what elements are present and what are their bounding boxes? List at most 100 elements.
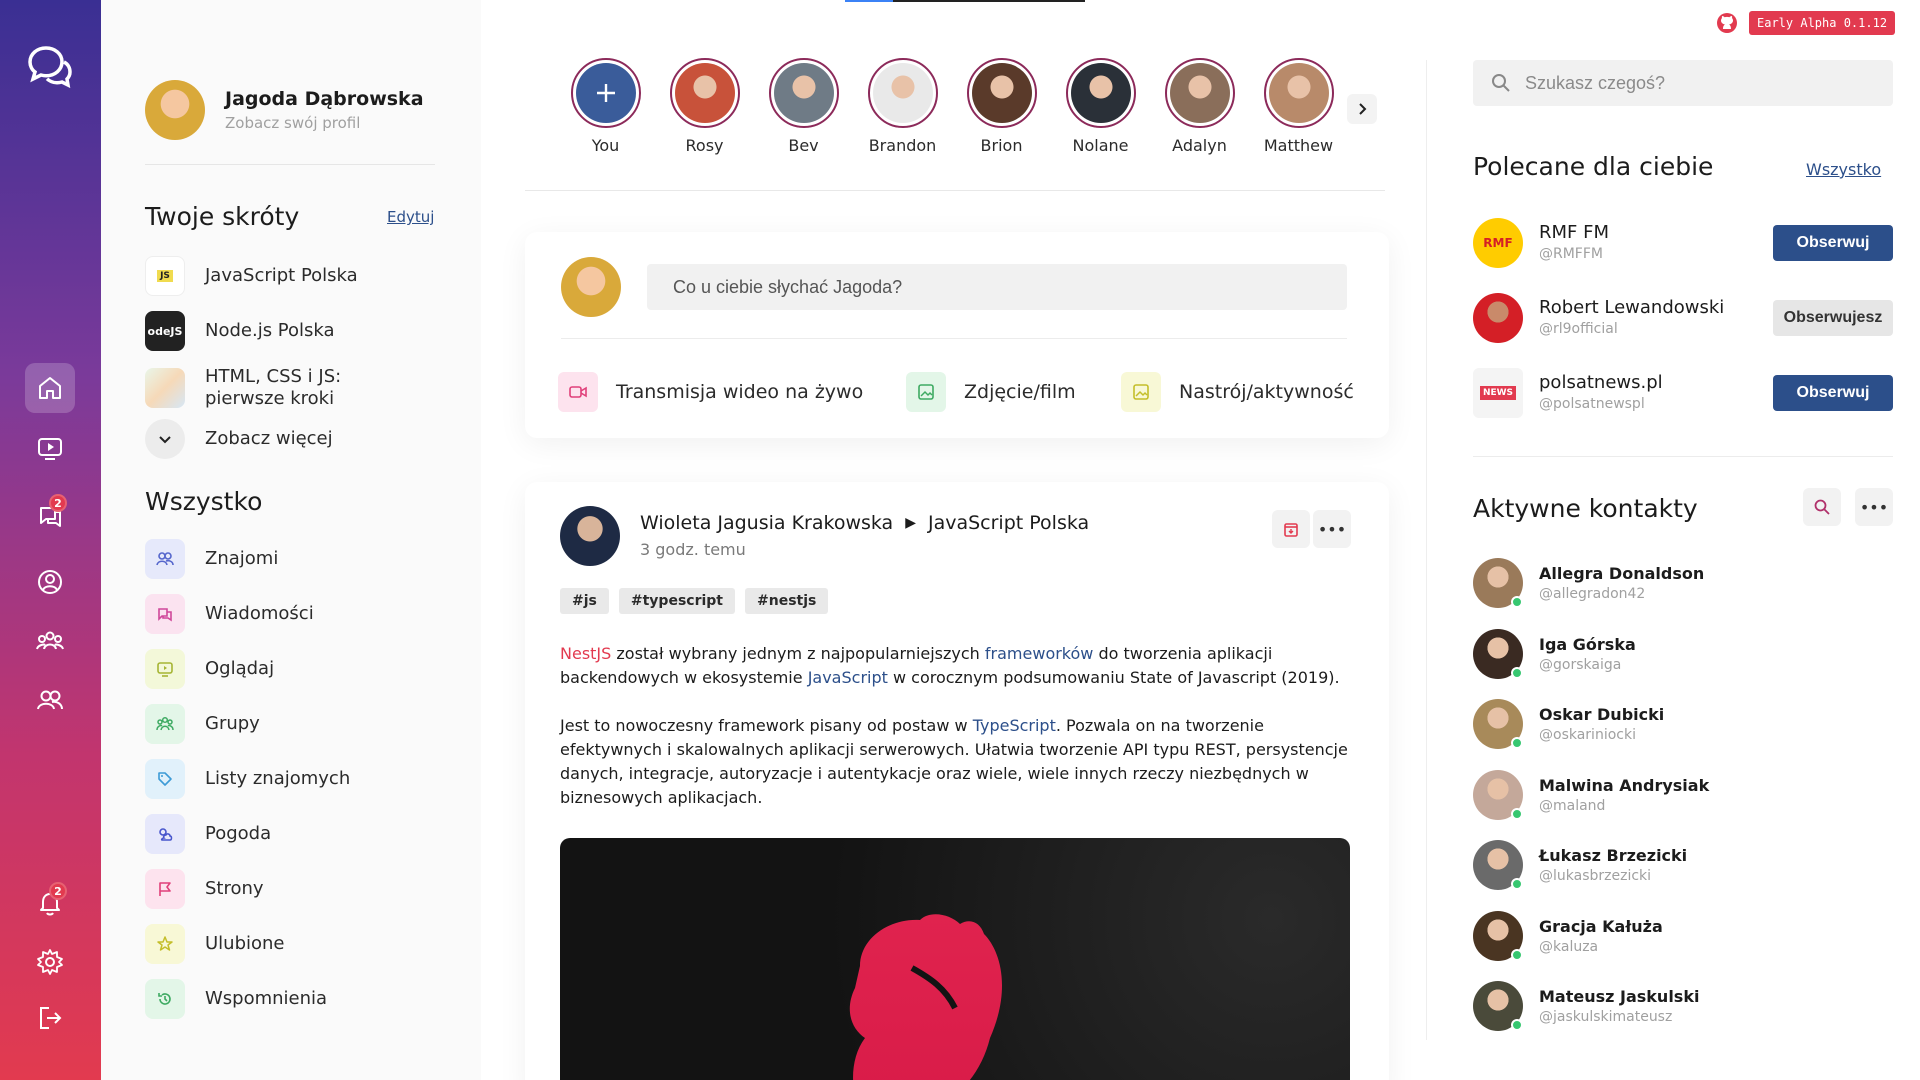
history-icon bbox=[145, 979, 185, 1019]
post-image[interactable] bbox=[560, 838, 1350, 1080]
rmf-logo-icon[interactable]: RMF bbox=[1473, 218, 1523, 268]
nav-notifications-button[interactable]: 2 bbox=[25, 878, 75, 928]
see-all-link[interactable]: Wszystko bbox=[1806, 160, 1881, 179]
live-video-button[interactable]: Transmisja wideo na żywo bbox=[558, 372, 863, 412]
chevron-right-icon bbox=[1359, 103, 1367, 115]
contact-item[interactable]: Iga Górska @gorskaiga bbox=[1473, 628, 1893, 681]
search-bar[interactable] bbox=[1473, 60, 1893, 106]
see-more-button[interactable]: Zobacz więcej bbox=[145, 419, 445, 459]
menu-item-znajomi[interactable]: Znajomi bbox=[145, 539, 445, 579]
story-item[interactable]: Brion bbox=[952, 58, 1051, 155]
post-options-button[interactable]: ••• bbox=[1313, 510, 1351, 548]
contacts-search-button[interactable] bbox=[1803, 488, 1841, 526]
menu-item-ogladaj[interactable]: Oglądaj bbox=[145, 649, 445, 689]
story-item[interactable]: Brandon bbox=[853, 58, 952, 155]
nav-logout-button[interactable] bbox=[25, 993, 75, 1043]
post-tags: #js #typescript #nestjs bbox=[560, 588, 838, 614]
suggestion-handle: @RMFFM bbox=[1539, 246, 1603, 262]
story-avatar[interactable] bbox=[768, 58, 839, 128]
story-avatar[interactable] bbox=[669, 58, 740, 128]
edit-shortcuts-link[interactable]: Edytuj bbox=[387, 208, 434, 226]
story-avatar[interactable] bbox=[1164, 58, 1235, 128]
post-group-name[interactable]: JavaScript Polska bbox=[928, 512, 1089, 534]
caret-right-icon: ▶ bbox=[905, 515, 916, 531]
following-button[interactable]: Obserwujesz bbox=[1773, 300, 1893, 336]
nav-home-button[interactable] bbox=[25, 363, 75, 413]
nav-messages-button[interactable]: 2 bbox=[25, 490, 75, 540]
menu-item-wspomnienia[interactable]: Wspomnienia bbox=[145, 979, 445, 1019]
story-label: Brion bbox=[980, 136, 1023, 155]
post-header: Wioleta Jagusia Krakowska ▶ JavaScript P… bbox=[640, 512, 1089, 534]
chat-bubbles-icon[interactable] bbox=[26, 42, 74, 90]
menu-label: Wspomnienia bbox=[205, 988, 328, 1009]
contact-item[interactable]: Mateusz Jaskulski @jaskulskimateusz bbox=[1473, 981, 1893, 1033]
nav-watch-button[interactable] bbox=[25, 423, 75, 473]
nav-groups-button[interactable] bbox=[25, 616, 75, 666]
suggestion-name[interactable]: RMF FM bbox=[1539, 222, 1609, 243]
shortcut-html-css-js[interactable]: HTML, CSS i JS: pierwsze kroki bbox=[145, 366, 445, 410]
more-horizontal-icon: ••• bbox=[1859, 497, 1889, 517]
photo-video-button[interactable]: Zdjęcie/film bbox=[906, 372, 1076, 412]
contact-item[interactable]: Łukasz Brzezicki @lukasbrzezicki bbox=[1473, 840, 1893, 892]
shortcut-javascript-polska[interactable]: JS JavaScript Polska bbox=[145, 256, 445, 296]
story-item[interactable]: You bbox=[556, 58, 655, 155]
contact-handle: @jaskulskimateusz bbox=[1539, 1009, 1673, 1025]
contacts-options-button[interactable]: ••• bbox=[1855, 488, 1893, 526]
story-item[interactable]: Matthew bbox=[1249, 58, 1348, 155]
avatar[interactable] bbox=[1473, 293, 1523, 343]
shortcut-nodejs-polska[interactable]: odeJS Node.js Polska bbox=[145, 311, 445, 351]
story-avatar[interactable] bbox=[867, 58, 938, 128]
mood-activity-button[interactable]: Nastrój/aktywność bbox=[1121, 372, 1354, 412]
menu-item-strony[interactable]: Strony bbox=[145, 869, 445, 909]
highlight[interactable]: NestJS bbox=[560, 644, 611, 663]
contact-name: Oskar Dubicki bbox=[1539, 705, 1665, 724]
search-input[interactable] bbox=[1525, 72, 1865, 94]
polsatnews-logo-icon[interactable]: NEWS bbox=[1473, 368, 1523, 418]
follow-button[interactable]: Obserwuj bbox=[1773, 225, 1893, 261]
profile-card[interactable]: Jagoda Dąbrowska Zobacz swój profil bbox=[145, 80, 424, 140]
save-post-button[interactable] bbox=[1272, 510, 1310, 548]
story-avatar[interactable] bbox=[1065, 58, 1136, 128]
composer-input[interactable] bbox=[647, 264, 1347, 310]
highlight[interactable]: frameworków bbox=[985, 644, 1093, 663]
menu-item-listy-znajomych[interactable]: Listy znajomych bbox=[145, 759, 445, 799]
divider bbox=[1473, 456, 1893, 457]
messages-badge: 2 bbox=[49, 494, 67, 512]
follow-button[interactable]: Obserwuj bbox=[1773, 375, 1893, 411]
highlight[interactable]: JavaScript bbox=[808, 668, 888, 687]
story-avatar[interactable] bbox=[1263, 58, 1334, 128]
add-story-button[interactable] bbox=[570, 58, 641, 128]
highlight[interactable]: TypeScript bbox=[973, 716, 1056, 735]
avatar bbox=[561, 257, 621, 317]
story-item[interactable]: Bev bbox=[754, 58, 853, 155]
suggestion-name[interactable]: polsatnews.pl bbox=[1539, 372, 1663, 393]
tag-chip[interactable]: #nestjs bbox=[745, 588, 829, 614]
stories-next-button[interactable] bbox=[1347, 94, 1377, 124]
story-item[interactable]: Nolane bbox=[1051, 58, 1150, 155]
avatar[interactable] bbox=[560, 506, 620, 566]
contact-item[interactable]: Allegra Donaldson @allegradon42 bbox=[1473, 558, 1893, 610]
story-item[interactable]: Rosy bbox=[655, 58, 754, 155]
avatar bbox=[872, 63, 933, 123]
contact-item[interactable]: Gracja Kałuża @kaluza bbox=[1473, 910, 1893, 963]
post-author-name[interactable]: Wioleta Jagusia Krakowska bbox=[640, 512, 893, 534]
story-avatar[interactable] bbox=[966, 58, 1037, 128]
online-status-indicator bbox=[1511, 878, 1523, 890]
menu-item-wiadomosci[interactable]: Wiadomości bbox=[145, 594, 445, 634]
story-item[interactable]: Adalyn bbox=[1150, 58, 1249, 155]
contact-item[interactable]: Malwina Andrysiak @maland bbox=[1473, 769, 1893, 822]
github-icon[interactable] bbox=[1716, 12, 1738, 34]
nav-profile-button[interactable] bbox=[25, 557, 75, 607]
menu-item-ulubione[interactable]: Ulubione bbox=[145, 924, 445, 964]
stories-bar: You Rosy Bev Brandon Brion Nolane Adalyn Matthe… bbox=[556, 58, 1348, 155]
menu-item-grupy[interactable]: Grupy bbox=[145, 704, 445, 744]
more-horizontal-icon: ••• bbox=[1317, 519, 1347, 539]
tag-chip[interactable]: #js bbox=[560, 588, 609, 614]
suggestion-name[interactable]: Robert Lewandowski bbox=[1539, 297, 1724, 318]
friends-icon bbox=[37, 690, 63, 710]
menu-item-pogoda[interactable]: Pogoda bbox=[145, 814, 445, 854]
contact-item[interactable]: Oskar Dubicki @oskariniocki bbox=[1473, 699, 1893, 751]
nav-friends-button[interactable] bbox=[25, 675, 75, 725]
tag-chip[interactable]: #typescript bbox=[618, 588, 735, 614]
nav-settings-button[interactable] bbox=[25, 937, 75, 987]
